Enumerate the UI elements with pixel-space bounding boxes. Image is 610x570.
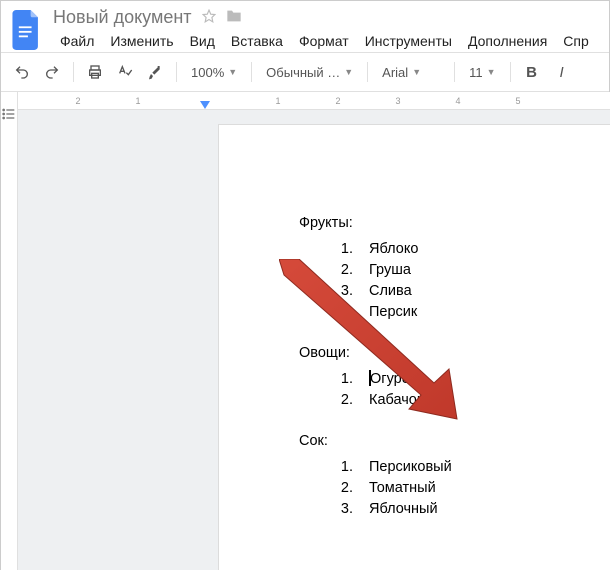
spellcheck-button[interactable] bbox=[112, 59, 138, 85]
star-icon[interactable] bbox=[202, 7, 216, 28]
fontsize-dropdown[interactable]: 11▼ bbox=[463, 59, 501, 85]
workspace: 2 1 1 2 3 4 5 Фрукты: 1.Яблоко 2.Груша 3… bbox=[1, 92, 609, 570]
chevron-down-icon: ▼ bbox=[344, 67, 353, 77]
separator bbox=[454, 62, 455, 82]
list-item[interactable]: 4.Персик bbox=[335, 302, 610, 323]
ruler-wrap: 2 1 1 2 3 4 5 Фрукты: 1.Яблоко 2.Груша 3… bbox=[18, 92, 610, 570]
app-header: Новый документ Файл Изменить Вид Вставка… bbox=[1, 1, 609, 52]
separator bbox=[367, 62, 368, 82]
section-title[interactable]: Сок: bbox=[299, 433, 610, 449]
numbered-list[interactable]: 1.Огурец 2.Кабачок bbox=[335, 369, 610, 411]
separator bbox=[176, 62, 177, 82]
menu-help[interactable]: Спр bbox=[556, 30, 595, 52]
menu-insert[interactable]: Вставка bbox=[224, 30, 290, 52]
separator bbox=[510, 62, 511, 82]
menu-file[interactable]: Файл bbox=[53, 30, 101, 52]
list-item[interactable]: 1.Огурец bbox=[335, 369, 610, 390]
docs-logo-icon[interactable] bbox=[9, 12, 45, 48]
menu-view[interactable]: Вид bbox=[183, 30, 222, 52]
list-item[interactable]: 3.Яблочный bbox=[335, 499, 610, 520]
doc-title[interactable]: Новый документ bbox=[53, 7, 192, 28]
menu-bar: Файл Изменить Вид Вставка Формат Инструм… bbox=[53, 30, 596, 52]
menu-format[interactable]: Формат bbox=[292, 30, 356, 52]
bold-button[interactable]: B bbox=[519, 59, 545, 85]
folder-icon[interactable] bbox=[226, 7, 242, 28]
undo-button[interactable] bbox=[9, 59, 35, 85]
font-dropdown[interactable]: Arial▼ bbox=[376, 59, 446, 85]
zoom-dropdown[interactable]: 100%▼ bbox=[185, 59, 243, 85]
chevron-down-icon: ▼ bbox=[412, 67, 421, 77]
chevron-down-icon: ▼ bbox=[487, 67, 496, 77]
toolbar: 100%▼ Обычный …▼ Arial▼ 11▼ B I bbox=[1, 52, 609, 92]
print-button[interactable] bbox=[82, 59, 108, 85]
list-item[interactable]: 1.Яблоко bbox=[335, 239, 610, 260]
list-item[interactable]: 2.Кабачок bbox=[335, 390, 610, 411]
menu-addons[interactable]: Дополнения bbox=[461, 30, 554, 52]
menu-tools[interactable]: Инструменты bbox=[358, 30, 459, 52]
separator bbox=[73, 62, 74, 82]
chevron-down-icon: ▼ bbox=[228, 67, 237, 77]
list-item[interactable]: 1.Персиковый bbox=[335, 457, 610, 478]
outline-panel[interactable] bbox=[1, 92, 18, 570]
page-area: Фрукты: 1.Яблоко 2.Груша 3.Слива 4.Перси… bbox=[18, 110, 610, 570]
numbered-list[interactable]: 1.Яблоко 2.Груша 3.Слива 4.Персик bbox=[335, 239, 610, 323]
italic-button[interactable]: I bbox=[549, 59, 575, 85]
style-dropdown[interactable]: Обычный …▼ bbox=[260, 59, 359, 85]
section-title[interactable]: Фрукты: bbox=[299, 215, 610, 231]
first-line-indent-icon[interactable] bbox=[200, 101, 208, 109]
horizontal-ruler[interactable]: 2 1 1 2 3 4 5 bbox=[18, 92, 610, 110]
list-item[interactable]: 2.Груша bbox=[335, 260, 610, 281]
list-item[interactable]: 3.Слива bbox=[335, 281, 610, 302]
separator bbox=[251, 62, 252, 82]
paint-format-button[interactable] bbox=[142, 59, 168, 85]
section-title[interactable]: Овощи: bbox=[299, 345, 610, 361]
redo-button[interactable] bbox=[39, 59, 65, 85]
list-item[interactable]: 2.Томатный bbox=[335, 478, 610, 499]
doc-title-row: Новый документ bbox=[53, 7, 596, 28]
title-row: Новый документ Файл Изменить Вид Вставка… bbox=[9, 7, 601, 52]
menu-edit[interactable]: Изменить bbox=[103, 30, 180, 52]
numbered-list[interactable]: 1.Персиковый 2.Томатный 3.Яблочный bbox=[335, 457, 610, 520]
document-page[interactable]: Фрукты: 1.Яблоко 2.Груша 3.Слива 4.Перси… bbox=[218, 124, 610, 570]
outline-icon bbox=[1, 106, 17, 122]
